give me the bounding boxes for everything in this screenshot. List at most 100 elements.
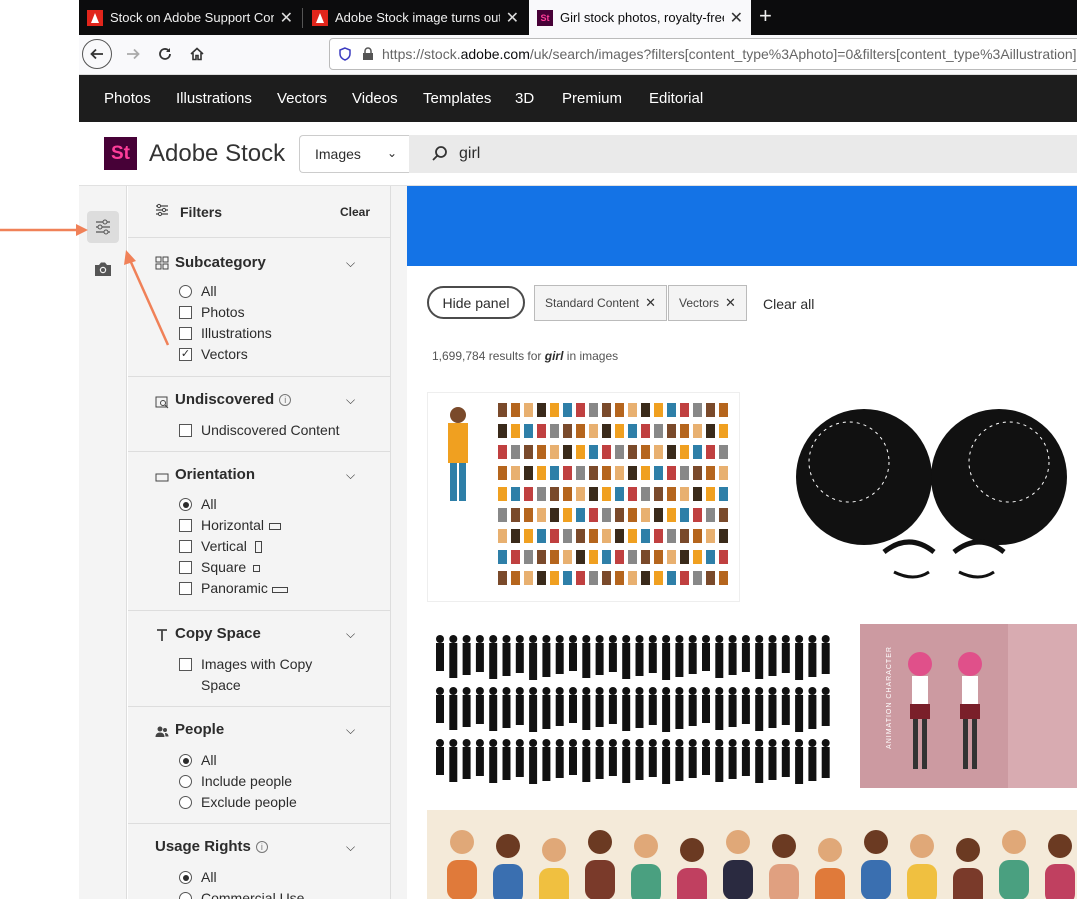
close-icon[interactable]: ✕	[280, 8, 293, 28]
menu-item-videos[interactable]: Videos	[352, 90, 398, 107]
orientation-option-panoramic[interactable]: Panoramic	[179, 578, 288, 599]
subcategory-title[interactable]: Subcategory	[175, 254, 266, 271]
result-thumbnail[interactable]	[764, 392, 1077, 602]
thumb-caption: ANIMATION CHARACTER	[885, 646, 893, 749]
panoramic-icon	[271, 587, 288, 593]
filter-panel: Filters Clear Subcategory ⌵ All Photos I…	[128, 186, 391, 899]
checkbox[interactable]	[179, 658, 192, 671]
subcategory-option-vectors[interactable]: ✓ Vectors	[179, 344, 248, 365]
filters-clear-button[interactable]: Clear	[340, 205, 370, 219]
checkbox[interactable]	[179, 306, 192, 319]
search-icon	[432, 146, 447, 161]
orientation-title[interactable]: Orientation	[175, 466, 255, 483]
character-kit-image	[448, 403, 728, 585]
orientation-option-vertical[interactable]: Vertical	[179, 536, 262, 557]
clear-all-button[interactable]: Clear all	[763, 296, 814, 312]
copy-space-title[interactable]: Copy Space	[175, 625, 261, 642]
browser-tab[interactable]: Adobe Stock image turns out N ✕	[304, 0, 527, 35]
checkbox[interactable]	[179, 519, 192, 532]
checkbox[interactable]	[179, 561, 192, 574]
radio[interactable]	[179, 892, 192, 899]
menu-item-photos[interactable]: Photos	[104, 90, 151, 107]
content-type-select[interactable]: Images ⌄	[299, 135, 409, 173]
chevron-down-icon[interactable]: ⌵	[346, 840, 355, 855]
panel-scrollbar[interactable]	[391, 186, 407, 899]
orientation-option-square[interactable]: Square	[179, 557, 261, 578]
info-icon[interactable]: i	[279, 394, 292, 406]
chevron-down-icon[interactable]: ⌵	[346, 393, 355, 408]
camera-icon	[95, 262, 111, 276]
result-thumbnail[interactable]	[427, 810, 1077, 899]
orientation-option-all[interactable]: All	[179, 494, 217, 515]
result-thumbnail[interactable]: ANIMATION CHARACTER	[860, 624, 1077, 788]
reload-button[interactable]	[149, 38, 181, 70]
radio[interactable]	[179, 775, 192, 788]
search-input[interactable]: girl	[409, 135, 1077, 173]
menu-item-vectors[interactable]: Vectors	[277, 90, 327, 107]
vertical-icon	[254, 541, 262, 553]
adobe-stock-icon: St	[537, 9, 553, 26]
home-button[interactable]	[181, 38, 213, 70]
back-button[interactable]	[82, 39, 112, 69]
copy-space-option[interactable]: Images with Copy Space	[179, 654, 329, 696]
radio[interactable]	[179, 285, 192, 298]
radio-selected[interactable]	[179, 754, 192, 767]
promo-banner[interactable]	[407, 186, 1077, 266]
undiscovered-title[interactable]: Undiscovered i	[175, 391, 292, 408]
close-icon[interactable]: ✕	[730, 8, 743, 28]
people-option-all[interactable]: All	[179, 750, 217, 771]
menu-item-templates[interactable]: Templates	[423, 90, 491, 107]
checkbox[interactable]	[179, 540, 192, 553]
radio-selected[interactable]	[179, 871, 192, 884]
subcategory-option-all[interactable]: All	[179, 281, 217, 302]
subcategory-option-illustrations[interactable]: Illustrations	[179, 323, 272, 344]
sliders-icon	[156, 203, 168, 217]
anime-character-image	[908, 652, 982, 769]
close-icon[interactable]: ✕	[645, 295, 656, 311]
search-value: girl	[459, 145, 481, 162]
browser-tab-active[interactable]: St Girl stock photos, royalty-free i ✕	[529, 0, 751, 35]
left-rail	[79, 186, 127, 899]
checkbox[interactable]	[179, 424, 192, 437]
filters-rail-button[interactable]	[87, 211, 119, 243]
subcategory-option-photos[interactable]: Photos	[179, 302, 245, 323]
usage-rights-section: Usage Rights i ⌵ All Commercial Use	[128, 824, 390, 899]
chevron-down-icon[interactable]: ⌵	[346, 627, 355, 642]
adobe-stock-logo[interactable]: St	[104, 137, 137, 170]
filter-chip-standard-content[interactable]: Standard Content ✕	[534, 285, 667, 321]
filter-chip-vectors[interactable]: Vectors ✕	[668, 285, 747, 321]
chevron-down-icon[interactable]: ⌵	[346, 723, 355, 738]
usage-rights-option-commercial[interactable]: Commercial Use	[179, 888, 304, 899]
close-icon[interactable]: ✕	[506, 8, 519, 28]
menu-item-premium[interactable]: Premium	[562, 90, 622, 107]
chevron-down-icon[interactable]: ⌵	[346, 468, 355, 483]
undiscovered-option[interactable]: Undiscovered Content	[179, 420, 340, 441]
orientation-option-horizontal[interactable]: Horizontal	[179, 515, 282, 536]
usage-rights-option-all[interactable]: All	[179, 867, 217, 888]
checkbox[interactable]	[179, 327, 192, 340]
orientation-icon	[155, 473, 169, 482]
menu-item-3d[interactable]: 3D	[515, 90, 534, 107]
chevron-down-icon[interactable]: ⌵	[346, 256, 355, 271]
result-thumbnail[interactable]	[427, 624, 835, 788]
browser-tab[interactable]: Stock on Adobe Support Comm ✕	[79, 0, 301, 35]
checkbox[interactable]	[179, 582, 192, 595]
checkbox-checked[interactable]: ✓	[179, 348, 192, 361]
radio-selected[interactable]	[179, 498, 192, 511]
forward-button[interactable]	[117, 38, 149, 70]
brand-name[interactable]: Adobe Stock	[149, 140, 285, 168]
menu-item-editorial[interactable]: Editorial	[649, 90, 703, 107]
people-title[interactable]: People	[175, 721, 224, 738]
usage-rights-title[interactable]: Usage Rights i	[155, 838, 268, 855]
hide-panel-button[interactable]: Hide panel	[427, 286, 525, 319]
visual-search-button[interactable]	[87, 253, 119, 285]
info-icon[interactable]: i	[255, 841, 268, 853]
menu-item-illustrations[interactable]: Illustrations	[176, 90, 252, 107]
close-icon[interactable]: ✕	[725, 295, 736, 311]
new-tab-button[interactable]: +	[759, 3, 772, 29]
result-thumbnail[interactable]	[427, 392, 740, 602]
radio[interactable]	[179, 796, 192, 809]
people-option-include[interactable]: Include people	[179, 771, 292, 792]
url-bar[interactable]: https://stock.adobe.com/uk/search/images…	[329, 38, 1077, 70]
people-option-exclude[interactable]: Exclude people	[179, 792, 297, 813]
